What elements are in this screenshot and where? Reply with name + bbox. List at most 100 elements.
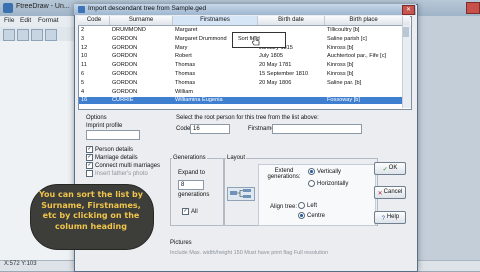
cell-first: Thomas xyxy=(175,62,196,69)
table-row[interactable]: 10 GORDON Robert July 1805 Auchtertool par.,… xyxy=(79,53,402,59)
centre-label: Centre xyxy=(307,213,326,220)
help-icon: ? xyxy=(381,215,385,222)
code-label: Code xyxy=(176,126,191,132)
column-code[interactable]: Code xyxy=(79,16,110,25)
dialog-title: Import descendant tree from Sample.ged xyxy=(88,5,207,12)
app-title: FtreeDraw - Un... xyxy=(16,3,70,10)
left-label: Left xyxy=(307,203,318,210)
imprint-profile-label: Imprint profile xyxy=(86,123,123,129)
root-person-instruction: Select the root person for this tree fro… xyxy=(176,115,319,121)
app-close-button[interactable] xyxy=(466,2,480,14)
radio-selected[interactable] xyxy=(298,212,305,219)
person-details-label: Person details xyxy=(95,147,134,154)
cell-code: 2 xyxy=(81,27,85,33)
options-heading: Options xyxy=(86,115,107,121)
align-tree-label: Align tree: xyxy=(270,204,298,210)
menu-edit[interactable]: Edit xyxy=(20,17,31,24)
horizontally-label: Horizontally xyxy=(317,181,349,188)
cell-code: 5 xyxy=(81,79,85,86)
table-row[interactable]: 16 CURRIE Williamina Eugenia Fossoway [b] xyxy=(79,97,402,104)
checkbox[interactable] xyxy=(86,170,93,177)
cell-code: 4 xyxy=(81,88,85,95)
new-icon[interactable] xyxy=(3,29,15,41)
cell-place: Fossoway [b] xyxy=(327,97,360,104)
cell-place: Tillicoultry [b] xyxy=(327,27,360,33)
checkbox[interactable]: ✓ xyxy=(182,208,189,215)
father-photo-label: Insert father's photo xyxy=(95,171,148,178)
connect-marriages-option[interactable]: ✓ Connect multi marriages xyxy=(86,162,160,169)
cell-surname: GORDON xyxy=(112,71,138,77)
all-generations-option[interactable]: ✓ All xyxy=(182,208,198,215)
column-firstnames[interactable]: Firstnames xyxy=(173,16,258,25)
cell-surname: GORDON xyxy=(112,88,138,95)
father-photo-option[interactable]: Insert father's photo xyxy=(86,170,148,177)
cell-place: Auchtertool par., Fife [c] xyxy=(327,53,387,60)
table-row[interactable]: 6 GORDON Thomas 15 September 1810 Kinross [b… xyxy=(79,71,402,77)
scrollbar-thumb[interactable] xyxy=(403,27,409,37)
table-row[interactable]: 4 GORDON William xyxy=(79,89,402,95)
cell-date xyxy=(259,89,323,95)
cell-place: Kinross [b] xyxy=(327,62,354,69)
expand-generations-stepper[interactable]: 8 xyxy=(178,180,204,190)
ok-label: OK xyxy=(388,165,398,171)
extend-generations-label: Extend generations: xyxy=(267,168,301,180)
radio[interactable] xyxy=(298,202,305,209)
cell-code: 6 xyxy=(81,71,85,77)
ok-button[interactable]: ✓OK xyxy=(374,162,406,175)
menu-format[interactable]: Format xyxy=(38,17,59,24)
checkbox[interactable]: ✓ xyxy=(86,146,93,153)
person-details-option[interactable]: ✓ Person details xyxy=(86,146,133,153)
marriage-details-option[interactable]: ✓ Marriage details xyxy=(86,154,138,161)
align-centre-option[interactable]: Centre xyxy=(298,212,325,219)
table-row[interactable]: 5 GORDON Thomas 20 May 1806 Saline par. [b] xyxy=(79,80,402,86)
cell-first: Thomas xyxy=(175,71,196,77)
check-icon: ✓ xyxy=(382,166,388,173)
open-icon[interactable] xyxy=(17,29,29,41)
table-row[interactable]: 11 GORDON Thomas 20 May 1781 Kinross [b] xyxy=(79,62,402,68)
radio-selected[interactable] xyxy=(308,168,315,175)
cell-date xyxy=(259,97,323,103)
cell-date: 20 May 1806 xyxy=(259,79,292,86)
generations-heading: Generations xyxy=(172,155,207,161)
code-field[interactable]: 16 xyxy=(190,124,230,134)
menu-file[interactable]: File xyxy=(4,17,14,24)
firstnames-field[interactable] xyxy=(272,124,362,134)
column-birth-date[interactable]: Birth date xyxy=(258,16,325,25)
vertically-option[interactable]: Vertically xyxy=(308,168,341,175)
cell-surname: GORDON xyxy=(112,79,138,86)
imprint-profile-select[interactable] xyxy=(86,130,140,140)
cancel-button[interactable]: ✕Cancel xyxy=(374,186,406,199)
dialog-icon xyxy=(78,6,85,13)
save-icon[interactable] xyxy=(31,29,43,41)
cell-date: July 1805 xyxy=(259,53,283,60)
cell-surname: GORDON xyxy=(112,62,138,69)
cancel-icon: ✕ xyxy=(377,190,383,197)
cell-place: Saline parish [c] xyxy=(327,35,367,42)
checkbox[interactable]: ✓ xyxy=(86,154,93,161)
cell-surname: DRUMMOND xyxy=(112,27,146,33)
app-logo-icon xyxy=(3,3,13,13)
column-birth-place[interactable]: Birth place xyxy=(325,16,403,25)
horizontally-option[interactable]: Horizontally xyxy=(308,180,348,187)
column-surname[interactable]: Surname xyxy=(110,16,173,25)
all-label: All xyxy=(191,209,198,216)
status-coordinates: X:572 Y:103 xyxy=(4,261,37,267)
marriage-details-label: Marriage details xyxy=(95,155,138,162)
cell-first: Thomas xyxy=(175,79,196,86)
checkbox[interactable]: ✓ xyxy=(86,162,93,169)
table-scrollbar[interactable] xyxy=(402,25,411,108)
cell-surname: GORDON xyxy=(112,44,138,51)
cancel-label: Cancel xyxy=(383,189,403,195)
dialog-close-button[interactable]: ✕ xyxy=(402,5,415,15)
pictures-options: Include Max. width/height 150 Must have … xyxy=(170,250,329,256)
print-icon[interactable] xyxy=(45,29,57,41)
cell-code: 3 xyxy=(81,35,85,42)
help-button[interactable]: ? Help xyxy=(374,211,406,224)
cell-surname: CURRIE xyxy=(112,97,134,104)
align-left-option[interactable]: Left xyxy=(298,202,317,209)
cell-first: Robert xyxy=(175,53,192,60)
cell-place: Kinross [b] xyxy=(327,44,354,51)
radio[interactable] xyxy=(308,180,315,187)
cell-place: Kinross [b] xyxy=(327,71,354,77)
pictures-heading: Pictures xyxy=(170,240,192,246)
